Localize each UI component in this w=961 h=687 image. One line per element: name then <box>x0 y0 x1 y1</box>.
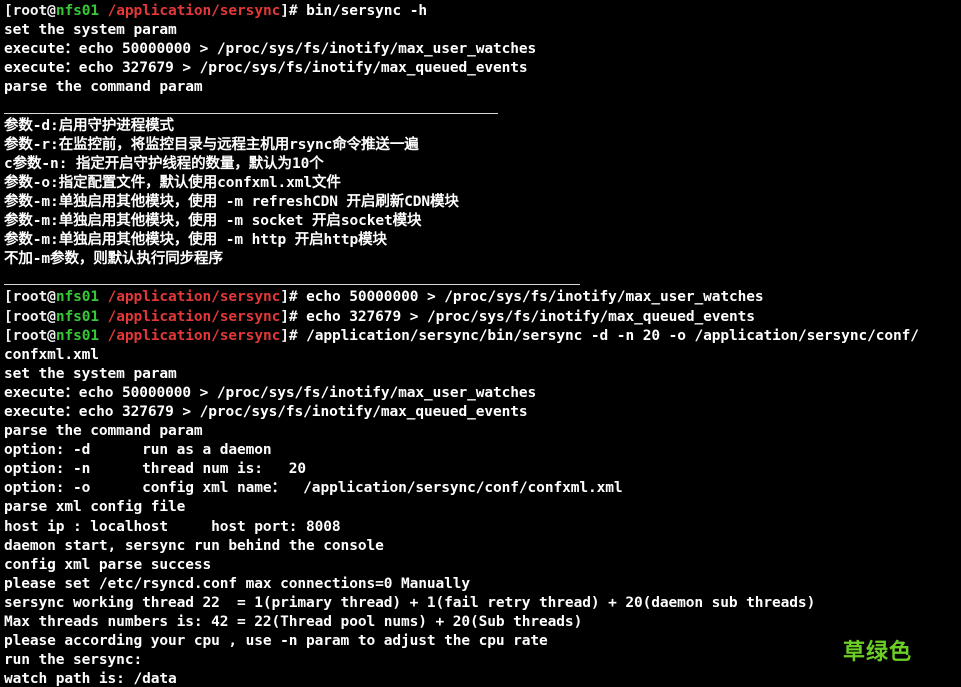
output-line: config xml parse success <box>4 556 212 573</box>
prompt-command: echo 50000000 > /proc/sys/fs/inotify/max… <box>306 289 764 306</box>
output-line: option: -o config xml name： /application… <box>4 480 623 497</box>
output-line: confxml.xml <box>4 346 99 363</box>
output-line: execute：echo 327679 > /proc/sys/fs/inoti… <box>4 403 528 420</box>
output-line: host ip : localhost host port: 8008 <box>4 518 341 535</box>
prompt-line: [root@nfs01 /application/sersync]# bin/s… <box>4 2 961 21</box>
prompt-close-bracket: ] <box>280 289 289 306</box>
prompt-line: [root@nfs01 /application/sersync]# echo … <box>4 308 961 327</box>
output-line: 参数-r:在监控前，将监控目录与远程主机用rsync命令推送一遍 <box>4 136 419 153</box>
output-line: set the system param <box>4 22 177 39</box>
prompt-line: [root@nfs01 /application/sersync]# /appl… <box>4 327 961 346</box>
prompt-user: root <box>12 289 48 306</box>
output-line: option: -d run as a daemon <box>4 442 272 459</box>
prompt-host: nfs01 <box>55 327 99 344</box>
prompt-open-bracket: [ <box>4 308 13 325</box>
prompt-command: echo 327679 > /proc/sys/fs/inotify/max_q… <box>306 308 755 325</box>
prompt-symbol: # <box>288 289 298 306</box>
output-line: 参数-m:单独启用其他模块，使用 -m refreshCDN 开启刷新CDN模块 <box>4 193 459 210</box>
prompt-open-bracket: [ <box>4 327 13 344</box>
prompt-cwd: /application/sersync <box>107 3 281 19</box>
separator-line <box>4 97 961 116</box>
output-line: 参数-m:单独启用其他模块，使用 -m http 开启http模块 <box>4 232 387 249</box>
output-line: execute：echo 50000000 > /proc/sys/fs/ino… <box>4 384 537 401</box>
terminal-output[interactable]: [root@nfs01 /application/sersync]# bin/s… <box>4 2 961 687</box>
output-line: 参数-d:启用守护进程模式 <box>4 117 174 134</box>
prompt-open-bracket: [ <box>4 289 13 306</box>
separator-line <box>4 269 961 288</box>
prompt-symbol: # <box>288 327 298 344</box>
prompt-command: bin/sersync -h <box>306 3 427 19</box>
prompt-host: nfs01 <box>55 308 99 325</box>
output-line: set the system param <box>4 365 177 382</box>
output-line: Max threads numbers is: 42 = 22(Thread p… <box>4 614 583 630</box>
output-line: c参数-n: 指定开启守护线程的数量，默认为10个 <box>4 155 324 172</box>
prompt-user: root <box>12 3 48 19</box>
output-line: option: -n thread num is: 20 <box>4 461 307 478</box>
prompt-close-bracket: ] <box>280 308 289 325</box>
output-line: 参数-o:指定配置文件，默认使用confxml.xml文件 <box>4 174 341 191</box>
output-line: please set /etc/rsyncd.conf max connecti… <box>4 575 471 592</box>
output-line: run the sersync: <box>4 652 143 669</box>
output-line: parse the command param <box>4 79 203 96</box>
output-line: execute：echo 327679 > /proc/sys/fs/inoti… <box>4 60 528 77</box>
prompt-close-bracket: ] <box>280 3 289 19</box>
prompt-user: root <box>12 327 48 344</box>
watermark-text: 草绿色 <box>842 640 912 665</box>
output-line: sersync working thread 22 = 1(primary th… <box>4 594 816 611</box>
separator-rule <box>4 112 498 114</box>
prompt-close-bracket: ] <box>280 327 289 344</box>
prompt-at: @ <box>47 327 56 344</box>
prompt-host: nfs01 <box>55 3 99 19</box>
prompt-open-bracket: [ <box>4 3 13 19</box>
prompt-command: /application/sersync/bin/sersync -d -n 2… <box>306 327 919 344</box>
output-line: daemon start, sersync run behind the con… <box>4 537 384 554</box>
prompt-cwd: /application/sersync <box>107 308 281 325</box>
output-line: parse the command param <box>4 423 203 440</box>
prompt-at: @ <box>47 308 56 325</box>
prompt-at: @ <box>47 3 56 19</box>
terminal-window[interactable]: [root@nfs01 /application/sersync]# bin/s… <box>0 0 961 687</box>
output-line: watch path is: /data <box>4 671 177 687</box>
prompt-line: [root@nfs01 /application/sersync]# echo … <box>4 288 961 307</box>
output-line: parse xml config file <box>4 499 186 516</box>
output-line: 参数-m:单独启用其他模块，使用 -m socket 开启socket模块 <box>4 213 422 230</box>
output-line: execute：echo 50000000 > /proc/sys/fs/ino… <box>4 41 537 58</box>
prompt-at: @ <box>47 289 56 306</box>
prompt-cwd: /application/sersync <box>107 289 281 306</box>
prompt-host: nfs01 <box>55 289 99 306</box>
prompt-symbol: # <box>288 3 298 19</box>
prompt-cwd: /application/sersync <box>107 327 281 344</box>
separator-rule <box>4 284 580 286</box>
prompt-symbol: # <box>288 308 298 325</box>
output-line: 不加-m参数，则默认执行同步程序 <box>4 251 223 268</box>
prompt-user: root <box>12 308 48 325</box>
output-line: please according your cpu , use -n param… <box>4 633 548 650</box>
